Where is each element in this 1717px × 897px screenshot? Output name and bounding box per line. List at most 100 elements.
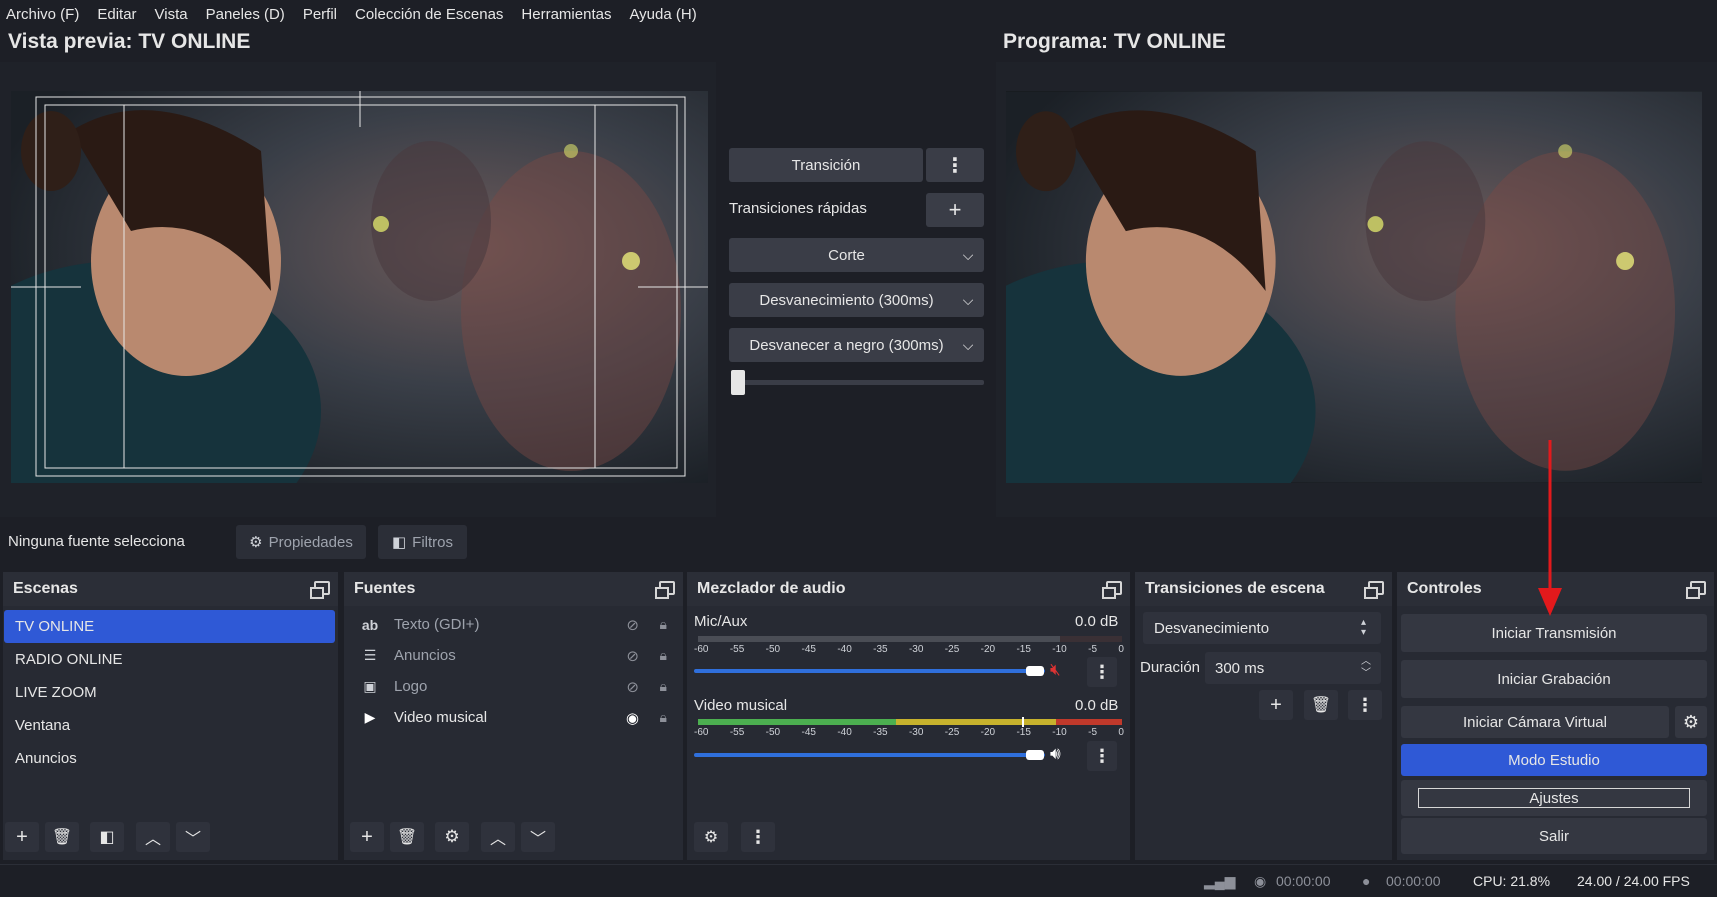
speaker-icon[interactable]: 🔊︎ — [1050, 744, 1061, 764]
eye-icon[interactable]: ◉ — [626, 709, 639, 727]
mixer-channel-menu-button[interactable]: ⋮ — [1087, 657, 1117, 687]
lock-icon[interactable]: 🔒︎ — [660, 678, 667, 695]
mixer-scale: -60 -55 -50 -45 -40 -35 -30 -25 -20 -15 -10 -5 0 — [694, 727, 1124, 738]
scene-item[interactable]: Anuncios — [4, 742, 335, 775]
undock-icon[interactable] — [1686, 581, 1706, 599]
no-source-label: Ninguna fuente selecciona — [8, 533, 185, 550]
menu-archivo[interactable]: Archivo (F) — [6, 6, 79, 23]
filters-button[interactable]: ◧ Filtros — [378, 525, 467, 559]
mixer-channel-menu-button[interactable]: ⋮ — [1087, 741, 1117, 771]
duration-label: Duración — [1140, 659, 1201, 676]
remove-source-button[interactable]: 🗑 — [390, 822, 424, 852]
tbar-handle[interactable] — [731, 370, 745, 395]
transition-menu-button[interactable]: ⋮ — [926, 148, 984, 182]
preview-video[interactable] — [11, 91, 708, 483]
transition-button[interactable]: Transición — [729, 148, 923, 182]
move-scene-up-button[interactable]: ︿ — [136, 822, 170, 852]
add-transition-button[interactable]: + — [1259, 690, 1293, 720]
add-source-button[interactable]: + — [350, 822, 384, 852]
undock-icon[interactable] — [1364, 581, 1384, 599]
volume-slider-handle[interactable] — [1026, 666, 1044, 676]
muted-speaker-icon[interactable]: 🔇︎ — [1050, 660, 1061, 680]
undock-icon[interactable] — [1102, 581, 1122, 599]
mixer-menu-button[interactable]: ⋮ — [741, 822, 775, 852]
lock-icon[interactable]: 🔒︎ — [660, 616, 667, 633]
volume-meter-peak-zone — [1028, 719, 1122, 725]
scale-tick-label: -30 — [908, 644, 924, 655]
undock-icon[interactable] — [655, 581, 675, 599]
plus-icon: + — [1270, 693, 1282, 716]
undock-icon[interactable] — [310, 581, 330, 599]
virtual-camera-settings-button[interactable]: ⚙ — [1675, 706, 1707, 738]
menu-paneles[interactable]: Paneles (D) — [206, 6, 285, 23]
fps-readout: 24.00 / 24.00 FPS — [1577, 873, 1690, 889]
advanced-audio-button[interactable]: ⚙ — [694, 822, 728, 852]
transition-select[interactable]: Desvanecimiento ▴ ▾ — [1143, 612, 1381, 644]
remove-transition-button[interactable]: 🗑 — [1304, 690, 1338, 720]
source-item[interactable]: ▶ Video musical ◉ 🔒︎ — [344, 702, 683, 733]
mixer-channel-name: Video musical — [694, 697, 788, 714]
volume-slider-track[interactable] — [694, 669, 1045, 673]
lock-icon[interactable]: 🔒︎ — [660, 709, 667, 726]
properties-button[interactable]: ⚙ Propiedades — [236, 525, 366, 559]
scale-tick-label: -25 — [944, 644, 960, 655]
settings-button[interactable]: Ajustes — [1418, 788, 1690, 808]
scale-tick-label: -30 — [908, 727, 924, 738]
spinner-icon: ︿ ﹀ — [1361, 656, 1371, 679]
scene-item[interactable]: RADIO ONLINE — [4, 643, 335, 676]
scene-item[interactable]: LIVE ZOOM — [4, 676, 335, 709]
menu-ayuda[interactable]: Ayuda (H) — [629, 6, 696, 23]
controls-title: Controles — [1407, 580, 1482, 597]
trash-icon: 🗑 — [1310, 697, 1332, 714]
chevron-down-icon: ﹀ — [529, 831, 546, 848]
mixer-channel-name: Mic/Aux — [694, 613, 748, 630]
scale-tick-label: -10 — [1052, 727, 1067, 738]
settings-button-frame: Ajustes — [1401, 780, 1707, 816]
add-scene-button[interactable]: + — [5, 822, 39, 852]
scale-tick-label: 0 — [1118, 727, 1124, 738]
tbar-track[interactable] — [733, 380, 984, 385]
scale-tick-label: -50 — [765, 727, 781, 738]
volume-meter — [698, 636, 1060, 642]
menu-coleccion-escenas[interactable]: Colección de Escenas — [355, 6, 503, 23]
eye-hidden-icon[interactable]: ⊘ — [626, 678, 639, 696]
duration-spinbox[interactable]: 300 ms ︿ ﹀ — [1205, 652, 1381, 684]
gear-icon: ⚙ — [444, 827, 460, 846]
start-virtual-camera-button[interactable]: Iniciar Cámara Virtual — [1401, 706, 1669, 738]
scene-filters-button[interactable]: ◧ — [90, 822, 124, 852]
remove-scene-button[interactable]: 🗑 — [45, 822, 79, 852]
recording-icon: ◉ — [1254, 873, 1267, 889]
source-item[interactable]: ▣ Logo ⊘ 🔒︎ — [344, 671, 683, 702]
trash-icon: 🗑 — [51, 829, 73, 846]
scene-item[interactable]: Ventana — [4, 709, 335, 742]
volume-slider-track[interactable] — [694, 753, 1045, 757]
source-item[interactable]: ☰ Anuncios ⊘ 🔒︎ — [344, 640, 683, 671]
duration-value: 300 ms — [1215, 659, 1265, 677]
add-quick-transition-button[interactable]: + — [926, 193, 984, 227]
move-source-down-button[interactable]: ﹀ — [521, 822, 555, 852]
lock-icon[interactable]: 🔒︎ — [660, 647, 667, 664]
quick-transition-fade[interactable]: Desvanecimiento (300ms) ⌵ — [729, 283, 984, 317]
quick-transition-fade-black[interactable]: Desvanecer a negro (300ms) ⌵ — [729, 328, 984, 362]
scale-tick-label: -5 — [1088, 644, 1098, 655]
menu-herramientas[interactable]: Herramientas — [521, 6, 611, 23]
start-recording-button[interactable]: Iniciar Grabación — [1401, 660, 1707, 698]
menu-vista[interactable]: Vista — [155, 6, 188, 23]
eye-hidden-icon[interactable]: ⊘ — [626, 616, 639, 634]
exit-button[interactable]: Salir — [1401, 818, 1707, 854]
eye-hidden-icon[interactable]: ⊘ — [626, 647, 639, 665]
scale-tick-label: -20 — [980, 644, 996, 655]
move-scene-down-button[interactable]: ﹀ — [176, 822, 210, 852]
menu-perfil[interactable]: Perfil — [303, 6, 337, 23]
image-icon: ▣ — [363, 678, 377, 694]
source-item[interactable]: ab Texto (GDI+) ⊘ 🔒︎ — [344, 609, 683, 640]
move-source-up-button[interactable]: ︿ — [481, 822, 515, 852]
studio-mode-button[interactable]: Modo Estudio — [1401, 744, 1707, 776]
transition-menu-button[interactable]: ⋮ — [1348, 690, 1382, 720]
quick-transition-corte[interactable]: Corte ⌵ — [729, 238, 984, 272]
chevron-down-icon: ⌵ — [962, 336, 974, 353]
scene-item[interactable]: TV ONLINE — [4, 610, 335, 643]
volume-slider-handle[interactable] — [1026, 750, 1044, 760]
source-properties-button[interactable]: ⚙ — [435, 822, 469, 852]
menu-editar[interactable]: Editar — [97, 6, 136, 23]
